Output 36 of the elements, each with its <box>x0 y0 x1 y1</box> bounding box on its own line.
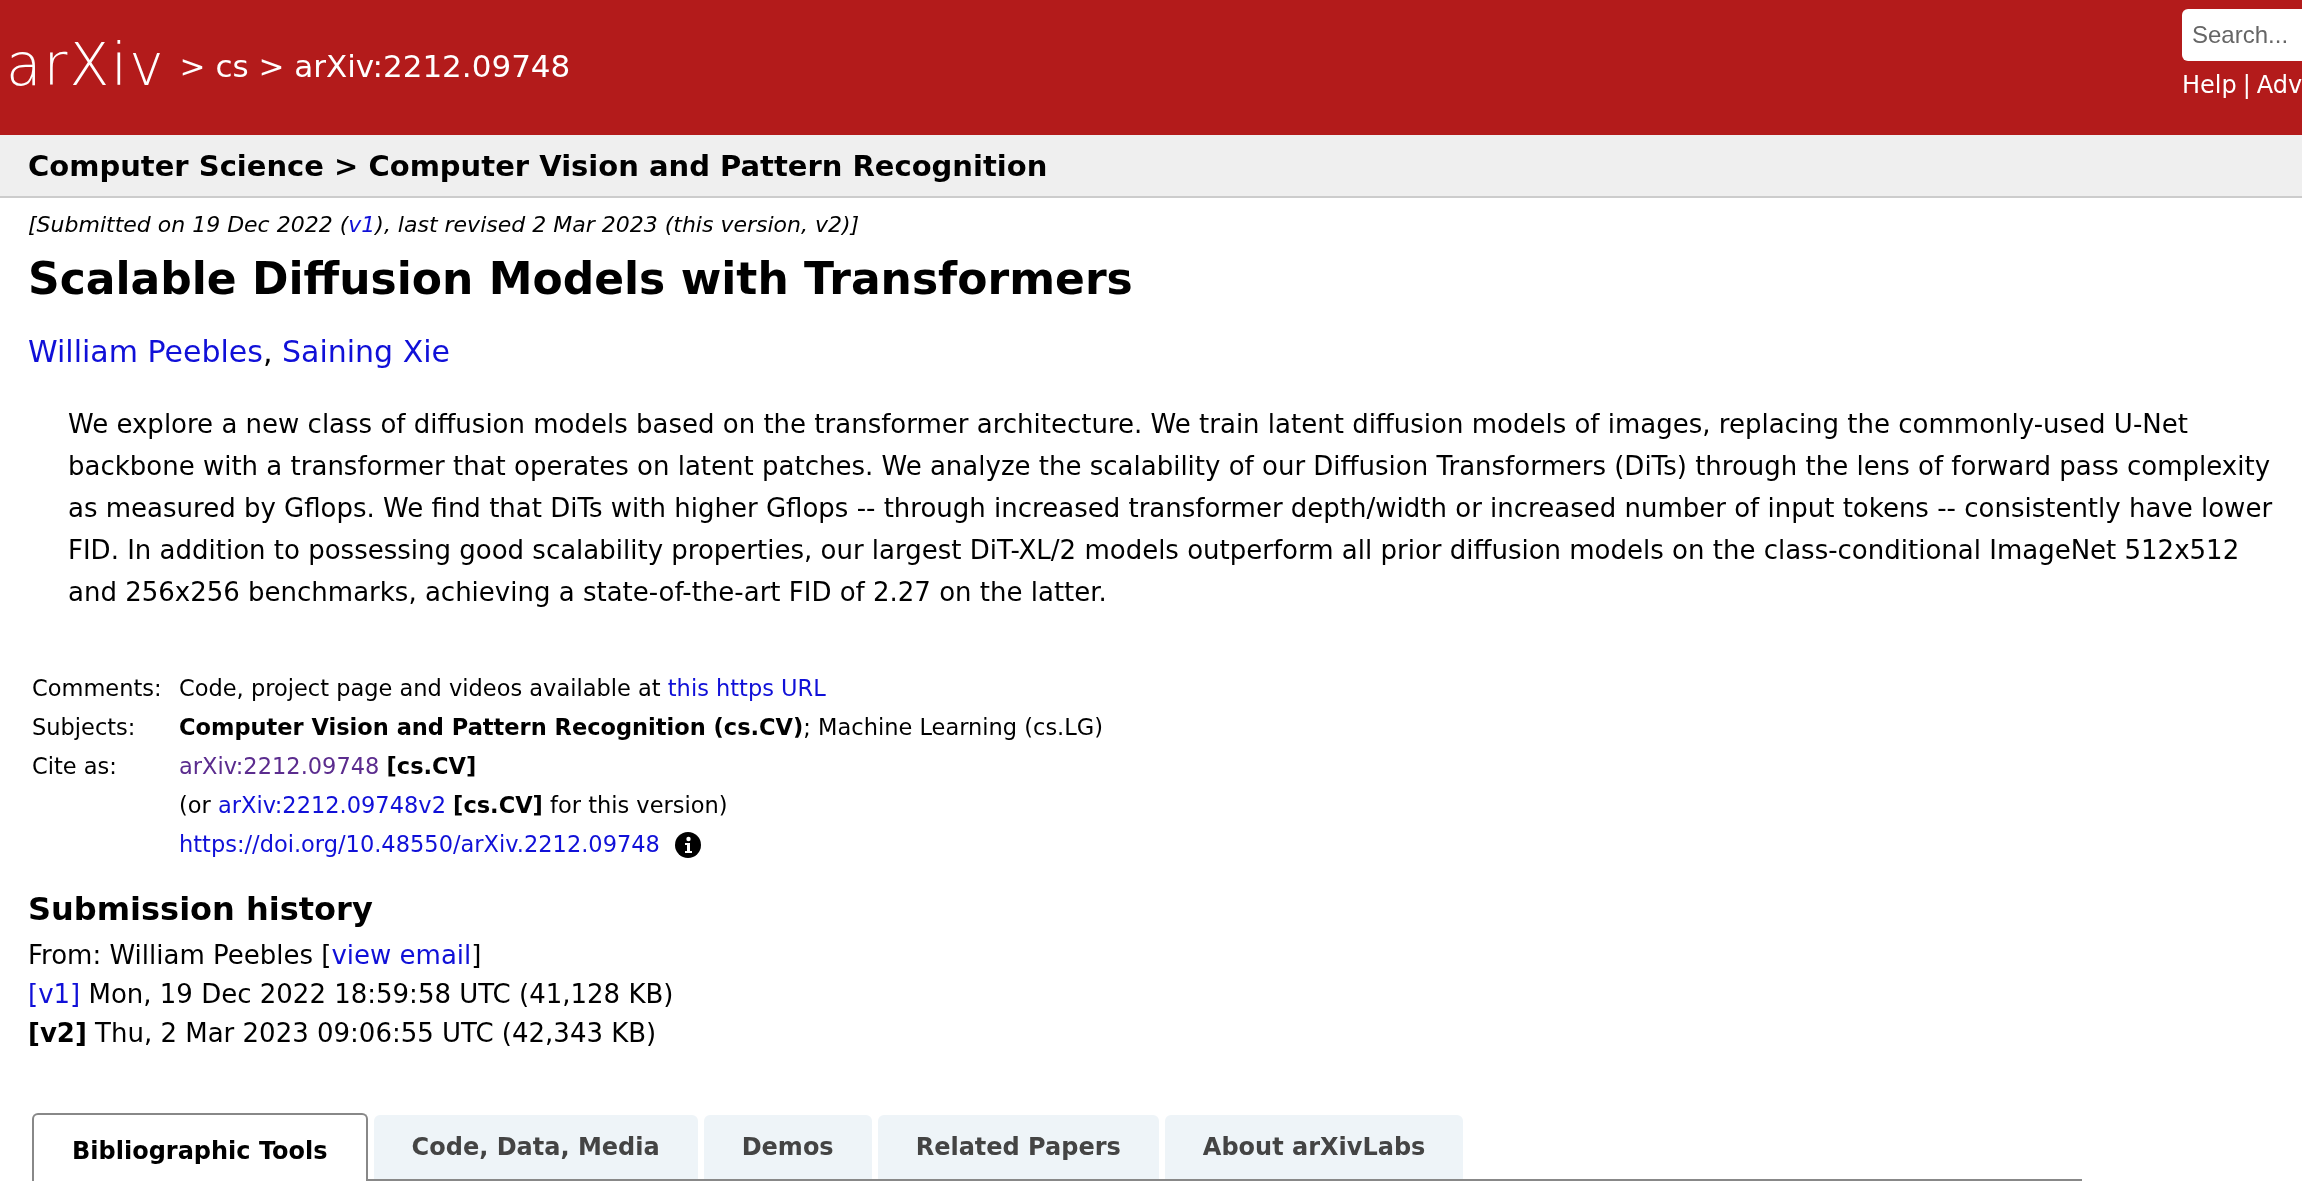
separator: | <box>2242 71 2251 99</box>
breadcrumb: > cs > arXiv:2212.09748 <box>179 47 571 84</box>
link[interactable]: William Peebles <box>28 334 263 369</box>
tab[interactable]: About arXivLabs <box>1164 1115 1464 1179</box>
metadata-value: Computer Vision and Pattern Recognition (cs.CV); Machine Learning (cs.LG) <box>179 713 1103 742</box>
submission-dateline: [Submitted on 19 Dec 2022 (v1), last revised 2 Mar 2023 (this version, v2)] <box>28 212 860 237</box>
link[interactable]: this https URL <box>667 675 826 701</box>
link[interactable]: arXiv:2212.09748v2 <box>217 792 446 818</box>
tab[interactable]: Related Papers <box>877 1115 1159 1179</box>
link[interactable]: https://doi.org/10.48550/arXiv.2212.09748 <box>179 831 660 857</box>
paper-title: Scalable Diffusion Models with Transformers <box>28 253 1134 304</box>
metadata-label: Cite as: <box>32 752 118 781</box>
author-list: William Peebles, Saining Xie <box>28 334 450 369</box>
info-icon[interactable] <box>673 830 702 859</box>
search-field[interactable]: Search... <box>2182 9 2302 61</box>
tab[interactable]: Demos <box>703 1115 872 1179</box>
abstract: We explore a new class of diffusion models based on the transformer architecture. We train latent diffusion models of images, replacing the commonly-used U-Net backbone with a transformer that operates on latent patches. We analyze the scalability of our Diffusion Transformers (DiTs) through the lens of forward pass complexity as measured by Gflops. We find that DiTs with higher Gflops -- through increased transformer depth/width or increased number of input tokens -- consistently have lower FID. In addition to possessing good scalability properties, our largest DiT-XL/2 models outperform all prior diffusion models on the class-conditional ImageNet 512x512 and 256x256 benchmarks, achieving a state-of-the-art FID of 2.27 on the latter. <box>68 408 2274 609</box>
tab[interactable]: Bibliographic Tools <box>32 1113 368 1181</box>
link[interactable]: arXiv:2212.09748 <box>179 753 380 779</box>
section-heading: Submission history <box>28 890 374 928</box>
metadata-label: Subjects: <box>32 713 137 742</box>
link[interactable]: [v1] <box>28 979 81 1009</box>
history-line: From: William Peebles [view email] <box>28 940 482 970</box>
category-breadcrumb: Computer Science > Computer Vision and Pattern Recognition <box>28 148 1048 183</box>
metadata-value: (or arXiv:2212.09748v2 [cs.CV] for this version) <box>179 791 728 820</box>
metadata-label: Comments: <box>32 674 163 703</box>
header-link[interactable]: Adv <box>2256 71 2302 99</box>
history-line: [v2] Thu, 2 Mar 2023 09:06:55 UTC (42,343 KB) <box>28 1018 657 1048</box>
history-line: [v1] Mon, 19 Dec 2022 18:59:58 UTC (41,128 KB) <box>28 979 674 1009</box>
logo[interactable]: arXiv <box>6 30 166 99</box>
tab[interactable]: Code, Data, Media <box>373 1115 698 1179</box>
link[interactable]: view email <box>331 940 472 970</box>
metadata-value: arXiv:2212.09748 [cs.CV] <box>179 752 477 781</box>
link[interactable]: Saining Xie <box>281 334 450 369</box>
header-link[interactable]: Help <box>2182 71 2237 99</box>
metadata-value: Code, project page and videos available at this https URL <box>179 674 826 703</box>
